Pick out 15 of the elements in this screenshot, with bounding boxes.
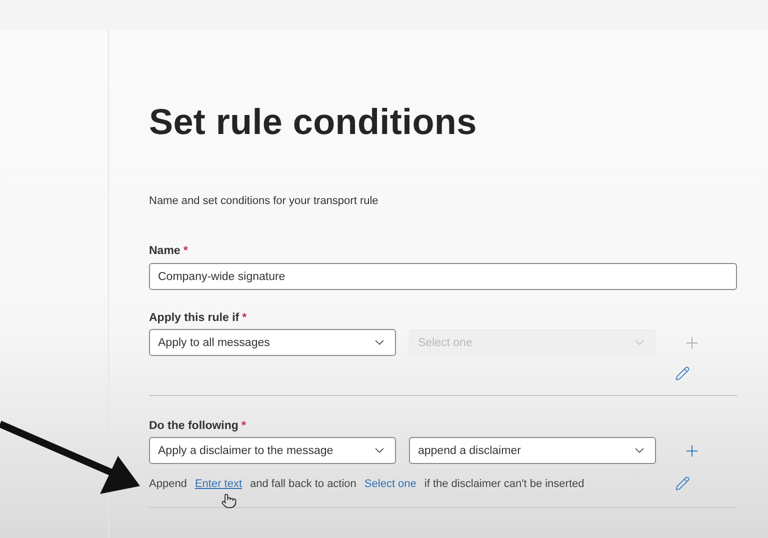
link[interactable]: Select one: [364, 478, 416, 490]
name-field[interactable]: Company-wide signature: [149, 263, 737, 290]
field-label: Name *: [149, 245, 189, 257]
action-sentence: Append Enter text and fall back to action Select one if the disclaimer can't be inserted: [149, 478, 584, 490]
dropdown[interactable]: append a disclaimer: [409, 437, 656, 464]
hand-cursor-icon: [221, 493, 237, 509]
field-label: Apply this rule if *: [149, 312, 248, 324]
link[interactable]: Enter text: [194, 478, 242, 490]
edit-button[interactable]: [675, 366, 690, 381]
page-title: Set rule conditions: [149, 101, 478, 143]
dropdown[interactable]: Apply a disclaimer to the message: [149, 437, 396, 464]
field-label: Do the following *: [149, 420, 247, 432]
edit-button[interactable]: [675, 476, 690, 491]
dropdown[interactable]: Apply to all messages: [149, 329, 396, 356]
page-subtitle: Name and set conditions for your transport rule: [149, 195, 380, 207]
